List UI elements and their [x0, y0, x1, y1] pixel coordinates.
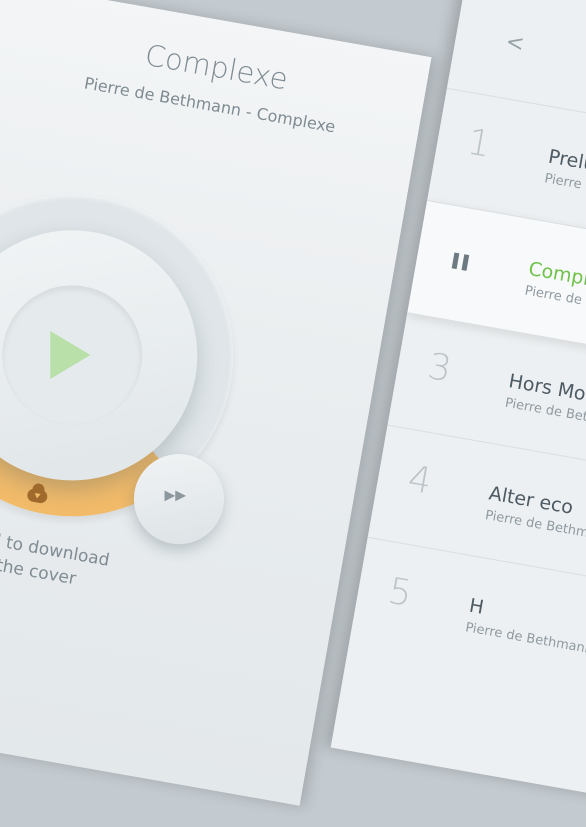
track-title: H: [467, 594, 486, 619]
track-artist: Pierre de Bethmann - Complexe: [464, 620, 586, 671]
pull-to-download-hint: Pull to download the cover: [0, 516, 160, 605]
track-number: 5: [385, 570, 415, 615]
back-arrow-icon[interactable]: <: [504, 29, 526, 57]
track-artist: Pierre de Bethmann - Complexe: [523, 283, 586, 334]
pause-icon[interactable]: [451, 252, 470, 271]
track-number: 3: [424, 346, 455, 391]
play-icon[interactable]: [50, 331, 91, 380]
fast-forward-icon: ▶▶: [164, 487, 187, 504]
track-number: 4: [404, 458, 435, 503]
track-number: 1: [464, 121, 495, 166]
track-artist: Pierre de Bethmann - Complexe: [543, 171, 586, 222]
